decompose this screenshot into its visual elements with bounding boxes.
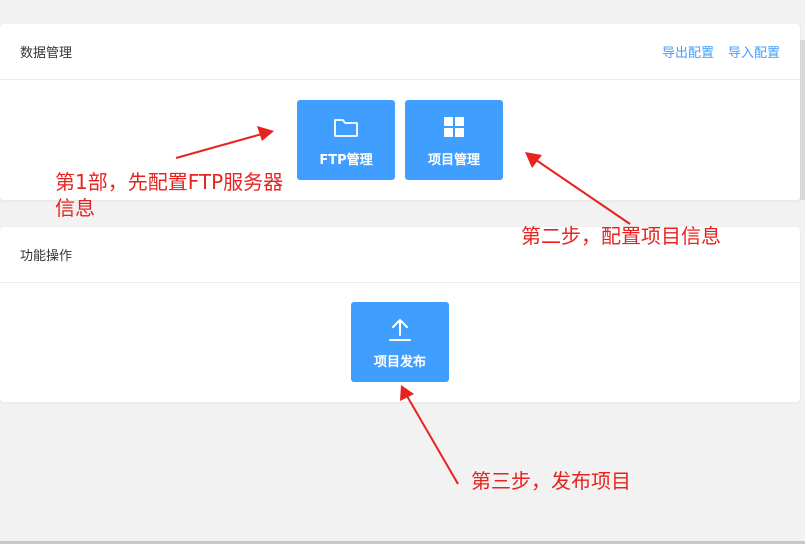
step1-annotation: 第1部，先配置FTP服务器 信息: [55, 169, 283, 221]
arrow-head-project: [525, 152, 542, 168]
arrow-head-publish: [400, 385, 414, 401]
arrow-to-ftp: [175, 133, 263, 159]
step2-annotation: 第二步，配置项目信息: [521, 224, 721, 248]
annotation-arrows: [175, 126, 631, 485]
step1-line2: 信息: [55, 196, 95, 220]
step1-line1: 第1部，先配置FTP服务器: [55, 170, 284, 194]
arrow-to-publish: [406, 395, 459, 485]
arrow-to-project: [535, 159, 631, 225]
step3-annotation: 第三步，发布项目: [471, 469, 631, 493]
arrow-head-ftp: [257, 126, 274, 141]
